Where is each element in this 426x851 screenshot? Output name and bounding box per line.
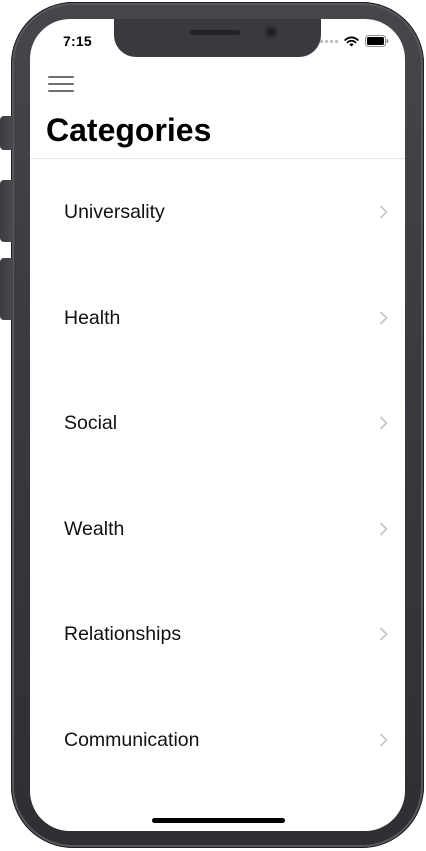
speaker-grille <box>190 30 240 35</box>
volume-up-button <box>0 180 13 242</box>
home-indicator[interactable] <box>152 818 285 823</box>
wifi-icon <box>344 36 359 46</box>
hamburger-menu-icon[interactable] <box>48 73 76 97</box>
volume-down-button <box>0 258 13 320</box>
screen: 7:15 Categories Universality Health Soci… <box>30 19 405 831</box>
chevron-right-icon <box>380 627 388 641</box>
battery-icon <box>365 35 389 47</box>
status-time: 7:15 <box>63 33 92 49</box>
silent-switch <box>0 116 13 150</box>
category-label: Wealth <box>64 517 125 540</box>
chevron-right-icon <box>380 733 388 746</box>
category-item-communication[interactable]: Communication <box>30 688 405 794</box>
category-label: Social <box>64 412 118 434</box>
category-label: Universality <box>64 201 165 223</box>
category-item-relationships[interactable]: Relationships <box>30 582 405 688</box>
chevron-right-icon <box>380 416 388 430</box>
category-item-universality[interactable]: Universality <box>30 160 405 266</box>
chevron-right-icon <box>380 205 388 219</box>
status-icons <box>320 34 389 48</box>
category-item-social[interactable]: Social <box>30 371 405 477</box>
cellular-dots-icon <box>320 39 338 43</box>
chevron-right-icon <box>380 522 388 535</box>
category-item-health[interactable]: Health <box>30 266 405 372</box>
chevron-right-icon <box>380 311 388 324</box>
notch <box>114 19 321 57</box>
front-camera <box>265 26 277 38</box>
category-label: Relationships <box>64 623 182 645</box>
category-label: Health <box>64 306 121 329</box>
category-list: Universality Health Social Wealth Relati… <box>30 160 405 793</box>
page-title: Categories <box>46 112 212 148</box>
category-label: Communication <box>64 728 200 751</box>
category-item-wealth[interactable]: Wealth <box>30 477 405 583</box>
title-divider <box>30 158 405 159</box>
